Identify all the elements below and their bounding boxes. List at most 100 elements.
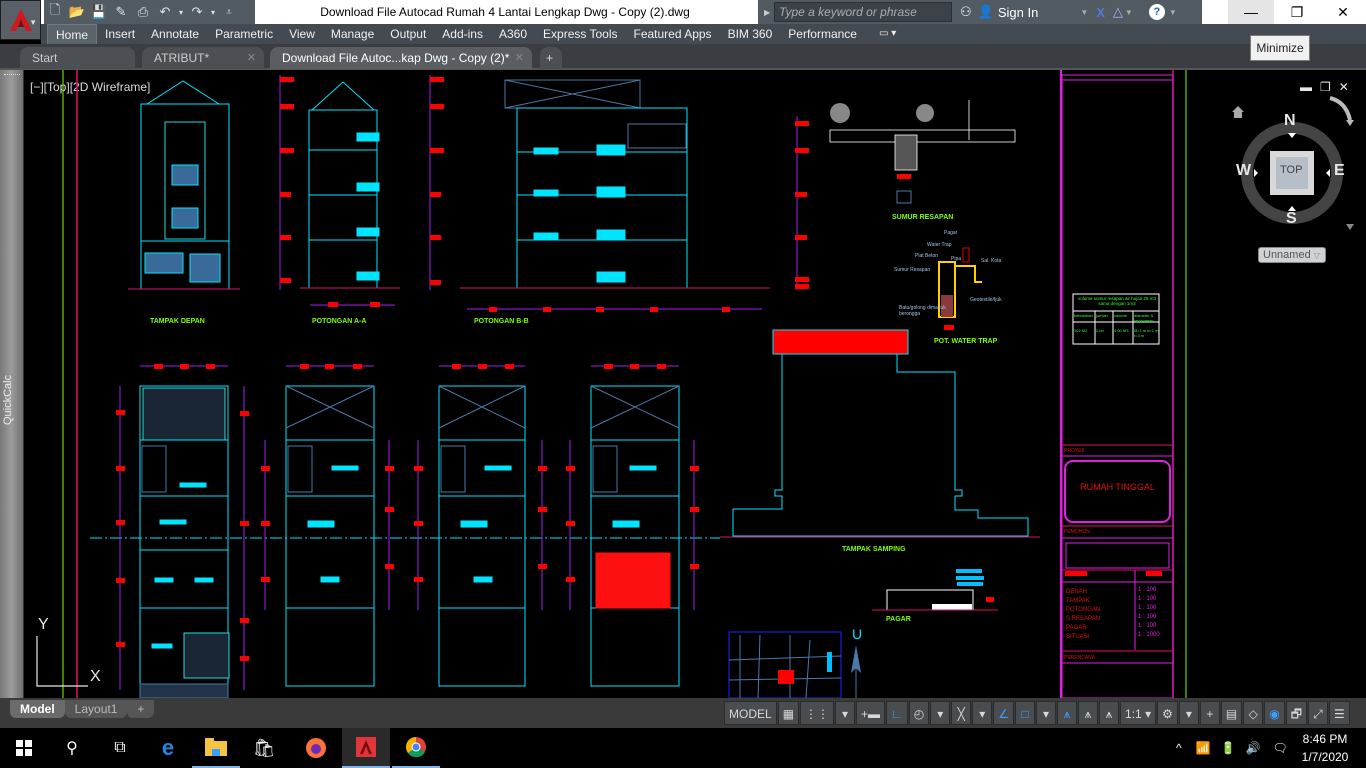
workspace-dropdown-icon[interactable]: ▾ — [1178, 701, 1199, 725]
annotation-scale-dropdown[interactable]: 1:1 ▾ — [1120, 701, 1157, 725]
palette-grip[interactable] — [4, 74, 20, 80]
chrome-icon[interactable] — [392, 728, 440, 768]
tab-annotate[interactable]: Annotate — [143, 24, 207, 44]
tab-express-tools[interactable]: Express Tools — [535, 24, 625, 44]
redo-icon[interactable]: ↷ — [186, 1, 208, 23]
tab-a360[interactable]: A360 — [491, 24, 535, 44]
a360-dropdown-icon[interactable]: ▼ — [1125, 8, 1133, 17]
search-input[interactable]: Type a keyword or phrase — [774, 2, 952, 22]
isodraft-icon[interactable]: ╳ — [951, 701, 972, 725]
quick-properties-icon[interactable]: ▤ — [1220, 701, 1243, 725]
tab-parametric[interactable]: Parametric — [207, 24, 281, 44]
exchange-icon[interactable]: X — [1096, 5, 1105, 20]
new-icon[interactable]: 🗋 — [44, 1, 66, 23]
drawing-canvas[interactable]: [−][Top][2D Wireframe] TAMPAK DEPAN POTO… — [24, 70, 1366, 698]
tab-output[interactable]: Output — [382, 24, 434, 44]
doc-tab-start[interactable]: Start — [20, 47, 135, 69]
undo-icon[interactable]: ↶ — [154, 1, 176, 23]
store-icon[interactable]: 🛍 — [240, 728, 288, 768]
tab-layout1[interactable]: Layout1 — [64, 700, 128, 718]
expand-icon[interactable]: ▶ — [764, 8, 770, 17]
polar-dropdown-icon[interactable]: ▾ — [930, 701, 951, 725]
tab-performance[interactable]: Performance — [780, 24, 865, 44]
close-tab-icon[interactable]: ✕ — [515, 47, 524, 69]
isodraft-dropdown-icon[interactable]: ▾ — [972, 701, 993, 725]
doc-tab-current[interactable]: Download File Autoc...kap Dwg - Copy (2)… — [270, 47, 532, 69]
tab-view[interactable]: View — [281, 24, 323, 44]
close-button[interactable]: ✕ — [1320, 0, 1366, 24]
autocad-taskbar-icon[interactable] — [342, 728, 390, 768]
doc-tab-atribut[interactable]: ATRIBUT* ✕ — [142, 47, 264, 69]
viewcube-south[interactable]: S — [1286, 210, 1297, 228]
isolate-objects-icon[interactable]: ◇ — [1243, 701, 1264, 725]
polar-tracking-icon[interactable]: ◴ — [908, 701, 930, 725]
save-as-icon[interactable]: ✎ — [110, 1, 132, 23]
start-button[interactable] — [0, 728, 48, 768]
object-snap-icon[interactable]: □ — [1015, 701, 1036, 725]
sign-in-button[interactable]: Sign In — [998, 5, 1038, 20]
hardware-acceleration-icon[interactable]: ◉ — [1264, 701, 1285, 725]
plot-icon[interactable]: ⎙ — [132, 1, 154, 23]
search-icon[interactable]: ⚲ — [48, 728, 96, 768]
undo-dropdown-icon[interactable]: ▾ — [176, 1, 186, 23]
help-icon[interactable]: ? — [1148, 4, 1165, 20]
a360-icon[interactable]: △ — [1113, 4, 1123, 20]
chrome-logo-icon — [406, 737, 426, 758]
ortho-icon[interactable]: ∟ — [886, 701, 908, 725]
customization-menu-icon[interactable]: ☰ — [1328, 701, 1350, 725]
wifi-icon[interactable]: 📶 — [1196, 741, 1211, 755]
osnap-dropdown-icon[interactable]: ▾ — [1036, 701, 1057, 725]
viewcube-north[interactable]: N — [1284, 112, 1296, 130]
tab-insert[interactable]: Insert — [97, 24, 143, 44]
clean-screen-icon[interactable]: 🗗 — [1285, 701, 1307, 725]
new-tab-button[interactable]: + — [540, 47, 562, 69]
volume-icon[interactable]: 🔊 — [1246, 741, 1261, 755]
workspace-gear-icon[interactable]: ⚙ — [1157, 701, 1178, 725]
viewcube-west[interactable]: W — [1236, 162, 1251, 180]
open-icon[interactable]: 📂 — [66, 1, 88, 23]
sign-in-dropdown-icon[interactable]: ▼ — [1080, 8, 1088, 17]
tab-featured-apps[interactable]: Featured Apps — [626, 24, 720, 44]
restore-button[interactable]: ❐ — [1274, 0, 1320, 24]
quickcalc-palette[interactable]: QuickCalc — [0, 70, 24, 698]
edge-icon[interactable]: e — [144, 728, 192, 768]
show-hidden-icons[interactable]: ^ — [1176, 741, 1182, 755]
minimize-button[interactable]: — — [1228, 0, 1274, 24]
task-view-icon[interactable]: ⧉ — [96, 728, 144, 768]
ribbon-minimize-toggle[interactable]: ▭ ▾ — [871, 24, 904, 44]
binoculars-icon[interactable]: ⚇ — [960, 4, 972, 20]
viewcube-east[interactable]: E — [1334, 162, 1345, 180]
fullscreen-icon[interactable]: ⤢ — [1307, 701, 1328, 725]
tab-model[interactable]: Model — [10, 700, 65, 718]
customize-qat-icon[interactable]: ⩡ — [218, 1, 240, 23]
save-icon[interactable]: 💾 — [88, 1, 110, 23]
battery-icon[interactable]: 🔋 — [1221, 741, 1236, 755]
object-snap-tracking-icon[interactable]: ∠ — [993, 701, 1015, 725]
file-explorer-icon[interactable] — [192, 728, 240, 768]
firefox-icon[interactable] — [292, 728, 340, 768]
add-layout-button[interactable]: + — [127, 700, 155, 718]
annotation-scale-icon[interactable]: ⩚ — [1099, 701, 1120, 725]
clock[interactable]: 8:46 PM 1/7/2020 — [1290, 730, 1360, 766]
tab-bim360[interactable]: BIM 360 — [720, 24, 781, 44]
redo-dropdown-icon[interactable]: ▾ — [208, 1, 218, 23]
notifications-icon[interactable]: 🗨 — [1273, 741, 1288, 755]
snap-icon[interactable]: ⋮⋮ — [800, 701, 835, 725]
dynamic-input-icon[interactable]: +▬ — [856, 701, 886, 725]
viewcube-top-face[interactable]: TOP — [1280, 164, 1302, 176]
grid-icon[interactable]: ▦ — [777, 701, 800, 725]
help-dropdown-icon[interactable]: ▼ — [1169, 8, 1177, 17]
close-tab-icon[interactable]: ✕ — [247, 47, 256, 69]
model-space-button[interactable]: MODEL — [724, 701, 777, 725]
tab-add-ins[interactable]: Add-ins — [434, 24, 491, 44]
application-menu-button[interactable]: ▼ — [0, 0, 41, 40]
tab-home[interactable]: Home — [47, 24, 98, 44]
snap-dropdown-icon[interactable]: ▾ — [835, 701, 856, 725]
auto-scale-icon[interactable]: ⩚ — [1078, 701, 1099, 725]
annotation-monitor-icon[interactable]: + — [1199, 701, 1220, 725]
named-view-dropdown[interactable]: Unnamed ▽ — [1258, 247, 1326, 263]
tab-manage[interactable]: Manage — [323, 24, 382, 44]
annotation-visibility-icon[interactable]: ⩚ — [1057, 701, 1078, 725]
view-title: POT. WATER TRAP — [934, 338, 998, 345]
viewcube[interactable]: N S E W TOP — [1218, 78, 1358, 268]
